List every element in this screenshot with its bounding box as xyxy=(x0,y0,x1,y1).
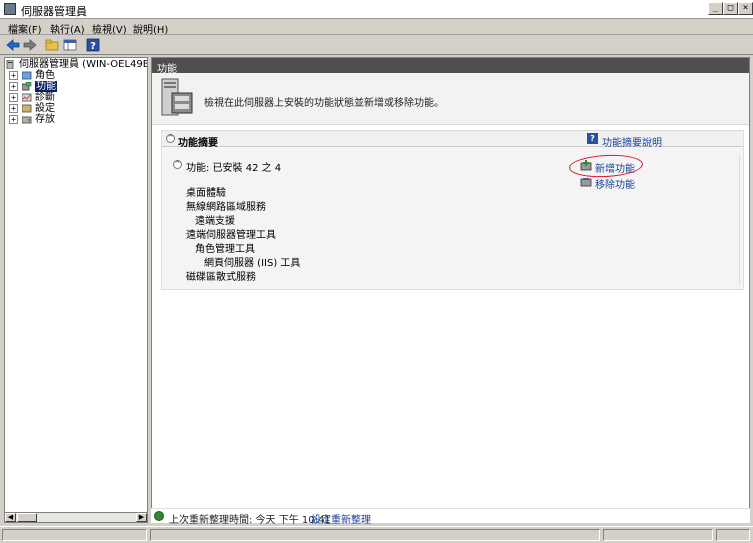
title-bar: 伺服器管理員 _ □ × xyxy=(0,0,753,19)
minimize-button[interactable]: _ xyxy=(708,2,723,15)
help-icon[interactable]: ? xyxy=(86,38,100,52)
tree-item-label: 功能 xyxy=(35,81,57,92)
feature-item: 磁碟區散式服務 xyxy=(186,272,256,283)
feature-item: 網頁伺服器 (IIS) 工具 xyxy=(204,258,301,269)
features-installed-summary: 功能: 已安裝 42 之 4 xyxy=(186,163,282,174)
features-banner-icon xyxy=(161,78,193,116)
configuration-icon xyxy=(22,104,32,113)
section-header: ^ 功能摘要 ? 功能摘要說明 xyxy=(162,131,743,149)
tree-item-label: 角色 xyxy=(35,70,55,81)
status-segment xyxy=(2,529,147,541)
refresh-status-bar: 上次重新整理時間: 今天 下午 10:41 設定重新整理 xyxy=(151,508,750,526)
section-title: 功能摘要 xyxy=(178,138,218,149)
menu-action[interactable]: 執行(A) xyxy=(50,21,85,36)
diagnostics-icon xyxy=(22,93,32,102)
remove-features-icon xyxy=(580,178,592,187)
tree-item-label: 存放 xyxy=(35,114,55,125)
feature-item: 無線網路區域服務 xyxy=(186,202,266,213)
scroll-left-icon[interactable]: ◀ xyxy=(5,513,16,522)
svg-text:?: ? xyxy=(90,41,96,52)
scroll-thumb[interactable] xyxy=(17,513,37,522)
features-summary-help-link[interactable]: 功能摘要說明 xyxy=(602,134,662,149)
remove-features-link[interactable]: 移除功能 xyxy=(595,176,635,191)
banner-description: 檢視在此伺服器上安裝的功能狀態並新增或移除功能。 xyxy=(204,98,444,109)
window-status-bar xyxy=(0,526,753,543)
menu-bar: 檔案(F) 執行(A) 檢視(V) 說明(H) xyxy=(0,19,753,36)
tree-root-label: 伺服器管理員 (WIN-OEL49BAIC xyxy=(19,59,147,70)
features-icon xyxy=(22,82,32,91)
collapse-section-button[interactable]: ^ xyxy=(166,134,175,143)
folder-icon[interactable] xyxy=(45,38,59,52)
tree-item-features[interactable]: + 功能 xyxy=(9,81,109,92)
server-manager-icon xyxy=(4,3,16,15)
status-segment xyxy=(716,529,750,541)
scroll-right-icon[interactable]: ▶ xyxy=(136,513,147,522)
feature-item: 遠端伺服器管理工具 xyxy=(186,230,276,241)
console-tree: 伺服器管理員 (WIN-OEL49BAIC + 角色 + 功能 + 診斷 + 設… xyxy=(4,57,148,523)
roles-icon xyxy=(22,71,32,80)
tree-item-storage[interactable]: + 存放 xyxy=(9,114,109,125)
features-banner: 檢視在此伺服器上安裝的功能狀態並新增或移除功能。 xyxy=(152,73,749,125)
menu-help[interactable]: 說明(H) xyxy=(133,21,168,36)
expand-toggle[interactable]: + xyxy=(9,82,18,91)
status-segment xyxy=(150,529,600,541)
tree-item-roles[interactable]: + 角色 xyxy=(9,70,109,81)
console-tree-icon[interactable] xyxy=(63,38,77,52)
last-refresh-text: 上次重新整理時間: 今天 下午 10:41 xyxy=(169,515,331,526)
tree-root[interactable]: 伺服器管理員 (WIN-OEL49BAIC xyxy=(6,59,147,70)
forward-arrow-icon[interactable] xyxy=(23,38,37,52)
features-summary-section: ^ 功能摘要 ? 功能摘要說明 ^ 功能: 已安裝 42 之 4 桌面體驗 無線… xyxy=(161,130,744,290)
details-pane: 功能 檢視在此伺服器上安裝的功能狀態並新增或移除功能。 ^ 功能摘要 ? 功能摘… xyxy=(151,57,750,523)
feature-item: 遠端支援 xyxy=(195,216,235,227)
back-arrow-icon[interactable] xyxy=(6,38,20,52)
maximize-button[interactable]: □ xyxy=(723,2,738,15)
tree-horizontal-scrollbar[interactable]: ◀ ▶ xyxy=(4,512,148,523)
tree-item-diagnostics[interactable]: + 診斷 xyxy=(9,92,109,103)
menu-view[interactable]: 檢視(V) xyxy=(92,21,127,36)
close-button[interactable]: × xyxy=(738,2,753,15)
expand-toggle[interactable]: + xyxy=(9,104,18,113)
configure-refresh-link[interactable]: 設定重新整理 xyxy=(311,511,371,526)
expand-toggle[interactable]: + xyxy=(9,115,18,124)
tree-item-label: 診斷 xyxy=(35,92,55,103)
status-segment xyxy=(603,529,713,541)
feature-item: 角色管理工具 xyxy=(195,244,255,255)
menu-file[interactable]: 檔案(F) xyxy=(8,21,42,36)
server-icon xyxy=(6,60,14,69)
window-title: 伺服器管理員 xyxy=(21,5,87,18)
storage-icon xyxy=(22,116,32,124)
refresh-icon xyxy=(154,511,164,521)
toolbar: ? xyxy=(0,36,753,55)
feature-item: 桌面體驗 xyxy=(186,188,226,199)
collapse-features-button[interactable]: ^ xyxy=(173,160,182,169)
expand-toggle[interactable]: + xyxy=(9,93,18,102)
tree-item-label: 設定 xyxy=(35,103,55,114)
divider xyxy=(739,154,740,286)
pane-header: 功能 xyxy=(152,58,749,75)
help-icon: ? xyxy=(587,133,598,144)
expand-toggle[interactable]: + xyxy=(9,71,18,80)
tree-item-configuration[interactable]: + 設定 xyxy=(9,103,109,114)
